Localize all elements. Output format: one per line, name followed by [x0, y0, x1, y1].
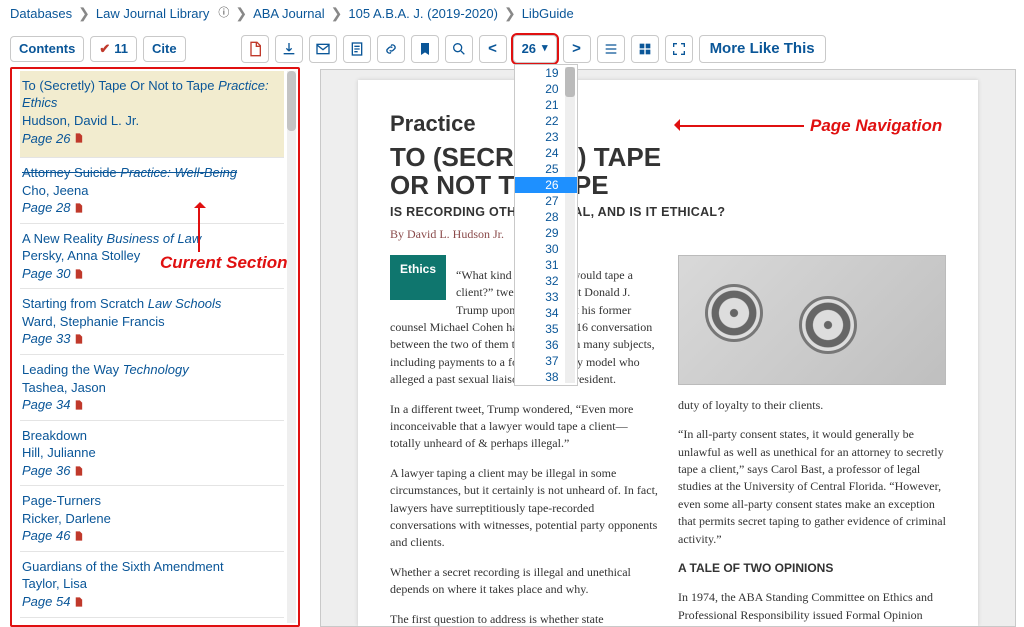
- article-subhead: IS RECORDING OTHERS LEGAL, AND IS IT ETH…: [390, 203, 946, 221]
- page-option[interactable]: 22: [515, 113, 577, 129]
- page-option[interactable]: 34: [515, 305, 577, 321]
- body-text: “In all-party consent states, it would g…: [678, 426, 946, 548]
- cite-button[interactable]: Cite: [143, 36, 186, 62]
- page-option[interactable]: 30: [515, 241, 577, 257]
- toc-item[interactable]: Attorney Suicide Practice: Well-BeingCho…: [20, 157, 284, 223]
- toc-item[interactable]: Miscellaneous DocumentsPage 62: [20, 617, 284, 625]
- check-badge-icon: ✔: [99, 40, 110, 58]
- arrow-icon: [676, 125, 804, 127]
- crumb-libguide[interactable]: LibGuide: [522, 5, 574, 23]
- crumb-journal[interactable]: ABA Journal: [253, 5, 325, 23]
- next-page-icon[interactable]: >: [563, 35, 591, 63]
- page-option[interactable]: 38: [515, 369, 577, 385]
- link-icon[interactable]: [377, 35, 405, 63]
- crumb-databases[interactable]: Databases: [10, 5, 72, 23]
- subhead: A TALE OF TWO OPINIONS: [678, 560, 946, 577]
- page-dropdown[interactable]: 1920212223242526272829303132333435363738: [514, 64, 578, 386]
- toc-item[interactable]: Page-TurnersRicker, DarlenePage 46: [20, 485, 284, 551]
- scrollbar-track[interactable]: [287, 71, 296, 623]
- page-option[interactable]: 20: [515, 81, 577, 97]
- arrow-icon: [198, 206, 200, 252]
- page-option[interactable]: 26: [515, 177, 577, 193]
- text-icon[interactable]: [343, 35, 371, 63]
- grid-view-icon[interactable]: [631, 35, 659, 63]
- bookmark-icon[interactable]: [411, 35, 439, 63]
- page-option[interactable]: 36: [515, 337, 577, 353]
- contents-panel: To (Secretly) Tape Or Not to Tape Practi…: [10, 67, 300, 627]
- document-viewer[interactable]: Practice TO (SECRETLY) TAPEOR NOT TO TAP…: [320, 69, 1016, 627]
- crumb-library[interactable]: Law Journal Library: [96, 5, 209, 23]
- toc-item[interactable]: To (Secretly) Tape Or Not to Tape Practi…: [20, 71, 284, 157]
- body-text: Whether a secret recording is illegal an…: [390, 564, 658, 599]
- download-icon[interactable]: [275, 35, 303, 63]
- citations-button[interactable]: ✔11: [90, 36, 137, 62]
- page-option[interactable]: 33: [515, 289, 577, 305]
- toc-item[interactable]: BreakdownHill, JuliannePage 36: [20, 420, 284, 486]
- crumb-volume[interactable]: 105 A.B.A. J. (2019-2020): [348, 5, 498, 23]
- fullscreen-icon[interactable]: [665, 35, 693, 63]
- page-option[interactable]: 24: [515, 145, 577, 161]
- ethics-tag: Ethics: [390, 255, 446, 300]
- page-option[interactable]: 37: [515, 353, 577, 369]
- toc-item[interactable]: Leading the Way TechnologyTashea, JasonP…: [20, 354, 284, 420]
- page-option[interactable]: 35: [515, 321, 577, 337]
- body-text: A lawyer taping a client may be illegal …: [390, 465, 658, 552]
- page-option[interactable]: 32: [515, 273, 577, 289]
- document-page: Practice TO (SECRETLY) TAPEOR NOT TO TAP…: [358, 80, 978, 626]
- prev-page-icon[interactable]: <: [479, 35, 507, 63]
- list-view-icon[interactable]: [597, 35, 625, 63]
- toc-item[interactable]: Guardians of the Sixth AmendmentTaylor, …: [20, 551, 284, 617]
- body-text: In 1974, the ABA Standing Committee on E…: [678, 589, 946, 626]
- article-title: TO (SECRETLY) TAPEOR NOT TO TAPE: [390, 144, 946, 200]
- page-option[interactable]: 29: [515, 225, 577, 241]
- email-icon[interactable]: [309, 35, 337, 63]
- article-byline: By David L. Hudson Jr.: [390, 226, 946, 243]
- search-icon[interactable]: [445, 35, 473, 63]
- body-text: The first question to address is whether…: [390, 611, 658, 627]
- toc-item[interactable]: A New Reality Business of LawPersky, Ann…: [20, 223, 284, 289]
- page-select[interactable]: 26▾ 192021222324252627282930313233343536…: [513, 35, 557, 63]
- page-option[interactable]: 31: [515, 257, 577, 273]
- page-option[interactable]: 23: [515, 129, 577, 145]
- page-option[interactable]: 25: [515, 161, 577, 177]
- scrollbar-thumb[interactable]: [287, 71, 296, 131]
- page-option[interactable]: 19: [515, 65, 577, 81]
- body-text: In a different tweet, Trump wondered, “E…: [390, 401, 658, 453]
- body-text: duty of loyalty to their clients.: [678, 397, 946, 414]
- page-option[interactable]: 21: [515, 97, 577, 113]
- page-option[interactable]: 27: [515, 193, 577, 209]
- more-like-this-button[interactable]: More Like This: [699, 35, 826, 63]
- page-option[interactable]: 28: [515, 209, 577, 225]
- toolbar: < 26▾ 1920212223242526272829303132333435…: [241, 35, 1024, 63]
- chevron-down-icon: ▾: [542, 41, 548, 56]
- article-image: [678, 255, 946, 385]
- pdf-icon[interactable]: [241, 35, 269, 63]
- info-icon[interactable]: ⓘ: [218, 6, 229, 21]
- breadcrumb: Databases❯ Law Journal Libraryⓘ❯ ABA Jou…: [0, 0, 1024, 27]
- toc-item[interactable]: Starting from Scratch Law SchoolsWard, S…: [20, 288, 284, 354]
- contents-button[interactable]: Contents: [10, 36, 84, 62]
